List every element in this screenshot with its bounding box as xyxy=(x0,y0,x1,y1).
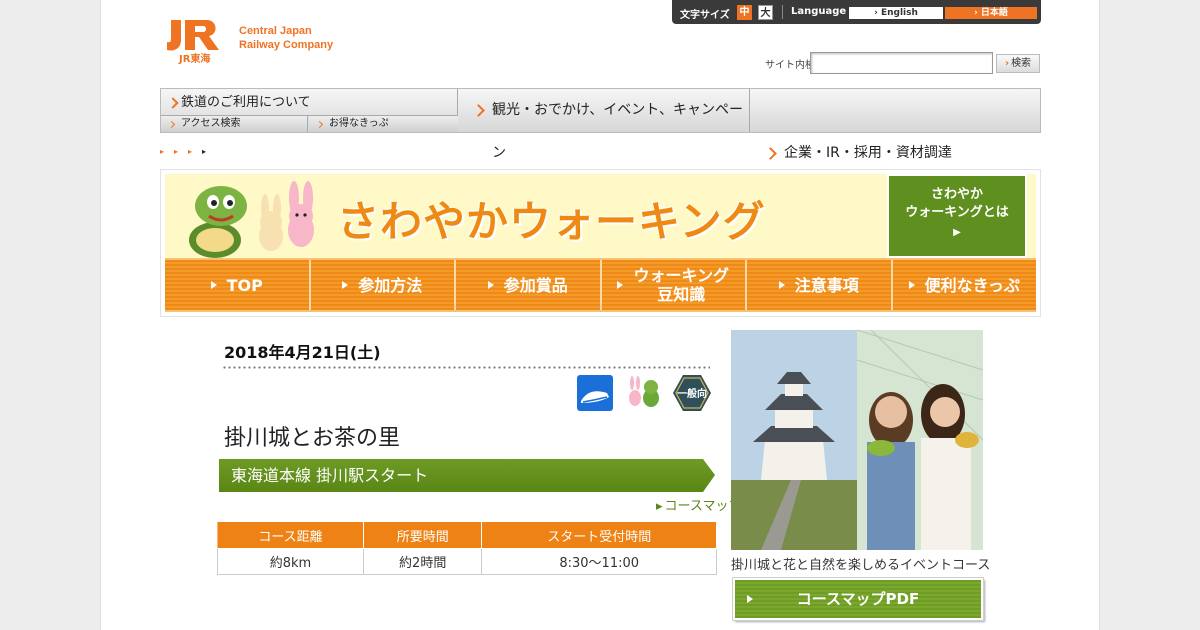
search-input[interactable] xyxy=(810,52,993,74)
walking-banner-title: さわやかウォーキング xyxy=(337,197,766,246)
mascot-characters-icon xyxy=(189,181,314,258)
walking-menu-label: ウォーキング 豆知識 xyxy=(633,266,730,304)
about-walking-line2: ウォーキングとは xyxy=(905,205,1009,220)
svg-text:一般向: 一般向 xyxy=(677,387,707,400)
svg-text:JR東海: JR東海 xyxy=(178,52,210,64)
walking-banner-header: さわやかウォーキング さわやか ウォーキングとは ▶ xyxy=(165,174,1036,258)
gnav-rail-link[interactable]: 鉄道のご利用について xyxy=(161,89,458,116)
search-button[interactable]: 検索 xyxy=(996,54,1040,73)
caret-right-icon: ▶ xyxy=(953,227,961,238)
font-size-medium-button[interactable]: 中 xyxy=(737,5,752,20)
logo-tagline: Central Japan Railway Company xyxy=(239,24,369,52)
shinkansen-icon xyxy=(577,375,613,411)
language-english-link[interactable]: › English xyxy=(849,7,943,19)
walking-menu-label: TOP xyxy=(226,275,263,295)
triangle-right-icon xyxy=(210,281,217,289)
triangle-right-icon xyxy=(778,281,785,289)
utility-divider xyxy=(782,5,783,19)
walking-menu-label: 参加賞品 xyxy=(503,275,568,295)
language-label: Language xyxy=(791,6,847,17)
breadcrumb: ▸▸▸▸ xyxy=(160,147,217,156)
course-map-pdf-button[interactable]: コースマップPDF xyxy=(733,578,983,620)
global-nav: 鉄道のご利用について アクセス検索 お得なきっぷ 観光・おでかけ、イベント、キャ… xyxy=(160,88,1041,161)
triangle-right-icon xyxy=(747,595,753,603)
utility-bar: 文字サイズ 中 大 Language › English › 日本語 xyxy=(672,0,1041,24)
walking-menu-label: 注意事項 xyxy=(794,275,859,295)
event-date: 2018年4月21日(土) xyxy=(224,343,381,362)
triangle-right-icon xyxy=(617,281,624,289)
walking-menu-prizes[interactable]: 参加賞品 xyxy=(456,260,602,310)
walking-menu-how-to-join[interactable]: 参加方法 xyxy=(311,260,456,310)
about-walking-button[interactable]: さわやか ウォーキングとは ▶ xyxy=(887,174,1027,258)
triangle-right-icon xyxy=(342,281,349,289)
walking-mascots-icon xyxy=(629,376,659,407)
walking-menu-tickets[interactable]: 便利なきっぷ xyxy=(893,260,1037,310)
gnav-discount-tickets-link[interactable]: お得なきっぷ xyxy=(309,116,458,132)
walking-menu-top[interactable]: TOP xyxy=(165,260,311,310)
walking-menu-label: 参加方法 xyxy=(358,275,423,295)
triangle-right-icon xyxy=(908,281,915,289)
language-english-label: English xyxy=(880,8,918,18)
gnav-rail-group: 鉄道のご利用について アクセス検索 お得なきっぷ xyxy=(161,89,458,132)
walking-menu-notes[interactable]: 注意事項 xyxy=(747,260,893,310)
photo-caption: 掛川城と花と自然を楽しめるイベントコース xyxy=(731,558,991,573)
table-cell-start-time: 8:30～11:00 xyxy=(481,548,717,575)
table-row: 約8km 約2時間 8:30～11:00 xyxy=(217,548,717,575)
font-size-large-button[interactable]: 大 xyxy=(758,5,773,20)
table-header-distance: コース距離 xyxy=(217,521,364,549)
table-header-row: コース距離 所要時間 スタート受付時間 xyxy=(217,521,717,549)
table-header-duration: 所要時間 xyxy=(362,521,483,549)
walking-menu-label: 便利なきっぷ xyxy=(924,275,1020,295)
walking-banner: さわやかウォーキング さわやか ウォーキングとは ▶ TOP 参加方法 参加賞品… xyxy=(160,169,1041,317)
course-start-bar: 東海道本線 掛川駅スタート xyxy=(219,459,715,492)
jr-logo-icon: JR東海 xyxy=(167,20,219,65)
logo-tagline-line2: Railway Company xyxy=(239,39,334,51)
table-header-start-time: スタート受付時間 xyxy=(481,521,717,549)
language-japanese-label: 日本語 xyxy=(980,8,1008,18)
jr-central-logo[interactable]: JR東海 Central Japan Railway Company xyxy=(165,16,365,66)
general-audience-badge: 一般向 xyxy=(673,375,711,411)
walking-menu: TOP 参加方法 参加賞品 ウォーキング 豆知識 注意事項 便利なきっぷ xyxy=(165,258,1036,312)
triangle-right-icon xyxy=(487,281,494,289)
language-japanese-link[interactable]: › 日本語 xyxy=(945,7,1037,19)
font-size-label: 文字サイズ xyxy=(680,10,730,21)
table-cell-distance: 約8km xyxy=(217,548,364,575)
page-container: JR東海 Central Japan Railway Company 文字サイズ… xyxy=(100,0,1100,630)
dotted-divider xyxy=(222,366,710,369)
gnav-sightseeing-link[interactable]: 観光・おでかけ、イベント、キャンペーン xyxy=(458,89,750,161)
event-title: 掛川城とお茶の里 xyxy=(224,426,401,451)
course-map-pdf-label: コースマップPDF xyxy=(796,590,920,608)
walking-menu-tips[interactable]: ウォーキング 豆知識 xyxy=(602,260,747,310)
course-info-table: コース距離 所要時間 スタート受付時間 約8km 約2時間 8:30～11:00 xyxy=(217,521,717,575)
course-map-link[interactable]: コースマップ xyxy=(656,495,742,514)
gnav-access-search-link[interactable]: アクセス検索 xyxy=(161,116,308,132)
table-cell-duration: 約2時間 xyxy=(362,548,483,575)
castle-and-visitors-photo xyxy=(731,330,983,550)
logo-tagline-line1: Central Japan xyxy=(239,25,312,37)
about-walking-line1: さわやか xyxy=(930,187,983,202)
